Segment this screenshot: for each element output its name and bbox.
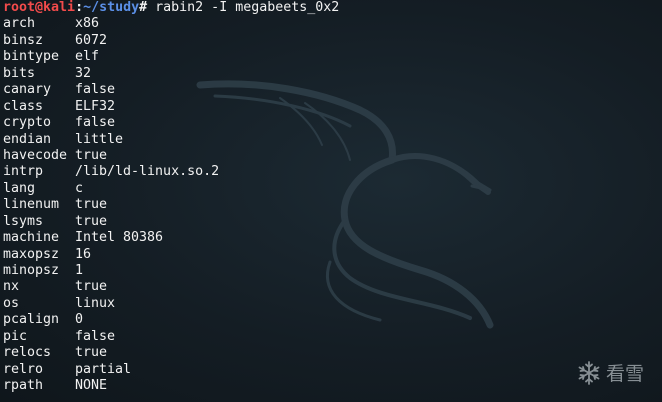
info-value: false <box>75 115 116 131</box>
info-row-crypto: crypto false <box>3 115 662 131</box>
info-value: 1 <box>75 263 84 278</box>
info-key: rpath <box>3 378 44 394</box>
info-key: crypto <box>3 115 52 131</box>
info-row-intrp: intrp/lib/ld-linux.so.2 <box>3 164 662 180</box>
info-row-machine: machine Intel 80386 <box>3 230 662 246</box>
info-value: false <box>75 328 116 344</box>
info-key: bintype <box>3 49 60 65</box>
info-row-bits: bits 32 <box>3 66 662 82</box>
watermark: 看雪 <box>576 359 644 386</box>
info-row-rpath: rpath NONE <box>3 378 662 394</box>
info-row-canary: canary false <box>3 82 662 98</box>
info-value: 0 <box>75 312 84 328</box>
info-value: /lib/ld-linux.so.2 <box>75 164 220 180</box>
info-value: linux <box>75 295 116 311</box>
info-row-os: os linux <box>3 296 662 312</box>
info-key: relro <box>3 361 44 377</box>
info-key: endian <box>3 131 52 147</box>
info-key: canary <box>3 82 52 98</box>
info-key: bits <box>3 65 36 81</box>
info-key: class <box>3 98 44 114</box>
info-row-linenum: linenum true <box>3 197 662 213</box>
info-value: true <box>75 147 108 163</box>
info-value: Intel 80386 <box>75 230 164 246</box>
terminal-output: root@kali:~/study# rabin2 -I megabeets_0… <box>3 0 662 395</box>
info-row-arch: arch x86 <box>3 16 662 32</box>
info-key: arch <box>3 16 36 32</box>
info-value: true <box>75 279 108 295</box>
info-row-nx: nx true <box>3 279 662 295</box>
info-value: false <box>75 82 116 98</box>
info-row-minopsz: minopsz 1 <box>3 263 662 279</box>
info-row-class: class ELF32 <box>3 99 662 115</box>
info-key: nx <box>3 279 20 295</box>
info-value: true <box>75 345 108 361</box>
info-value: little <box>75 131 124 147</box>
info-row-relocs: relocs true <box>3 345 662 361</box>
info-value: true <box>75 197 108 213</box>
info-key: binsz <box>3 32 44 48</box>
info-key: maxopsz <box>3 246 60 262</box>
info-value: ELF32 <box>75 98 116 114</box>
info-key: lang <box>3 180 36 196</box>
info-row-relro: relro partial <box>3 362 662 378</box>
info-key: lsyms <box>3 213 44 229</box>
info-row-lsyms: lsyms true <box>3 214 662 230</box>
terminal-window[interactable]: root@kali:~/study# rabin2 -I megabeets_0… <box>0 0 662 402</box>
info-row-pic: pic false <box>3 329 662 345</box>
info-key: machine <box>3 230 60 246</box>
info-value: 16 <box>75 246 92 262</box>
info-row-maxopsz: maxopsz 16 <box>3 247 662 263</box>
info-key: pic <box>3 328 28 344</box>
command-text: rabin2 -I megabeets_0x2 <box>147 0 340 15</box>
prompt-user-host: root@kali <box>3 0 76 15</box>
info-row-binsz: binsz 6072 <box>3 33 662 49</box>
info-value: 32 <box>75 65 92 81</box>
info-key: pcalign <box>3 312 60 328</box>
info-row-havecode: havecode true <box>3 148 662 164</box>
info-value: c <box>75 180 84 196</box>
info-row-lang: lang c <box>3 181 662 197</box>
info-value: true <box>75 213 108 229</box>
info-key: os <box>3 295 20 311</box>
info-key: intrp <box>3 164 44 180</box>
info-row-endian: endian little <box>3 132 662 148</box>
info-key: havecode <box>3 147 68 163</box>
snowflake-icon <box>578 360 600 385</box>
prompt-symbol: # <box>139 0 148 15</box>
command-prompt-line: root@kali:~/study# rabin2 -I megabeets_0… <box>3 0 662 16</box>
prompt-separator: : <box>75 0 84 15</box>
watermark-text: 看雪 <box>605 363 644 385</box>
prompt-path: ~/study <box>83 0 140 15</box>
info-value: 6072 <box>75 32 108 48</box>
info-row-bintype: bintype elf <box>3 49 662 65</box>
info-key: relocs <box>3 345 52 361</box>
info-value: partial <box>75 361 132 377</box>
info-key: minopsz <box>3 263 60 278</box>
info-value: elf <box>75 49 100 65</box>
info-value: NONE <box>75 378 108 394</box>
info-value: x86 <box>75 16 100 32</box>
info-row-pcalign: pcalign 0 <box>3 312 662 328</box>
info-key: linenum <box>3 197 60 213</box>
